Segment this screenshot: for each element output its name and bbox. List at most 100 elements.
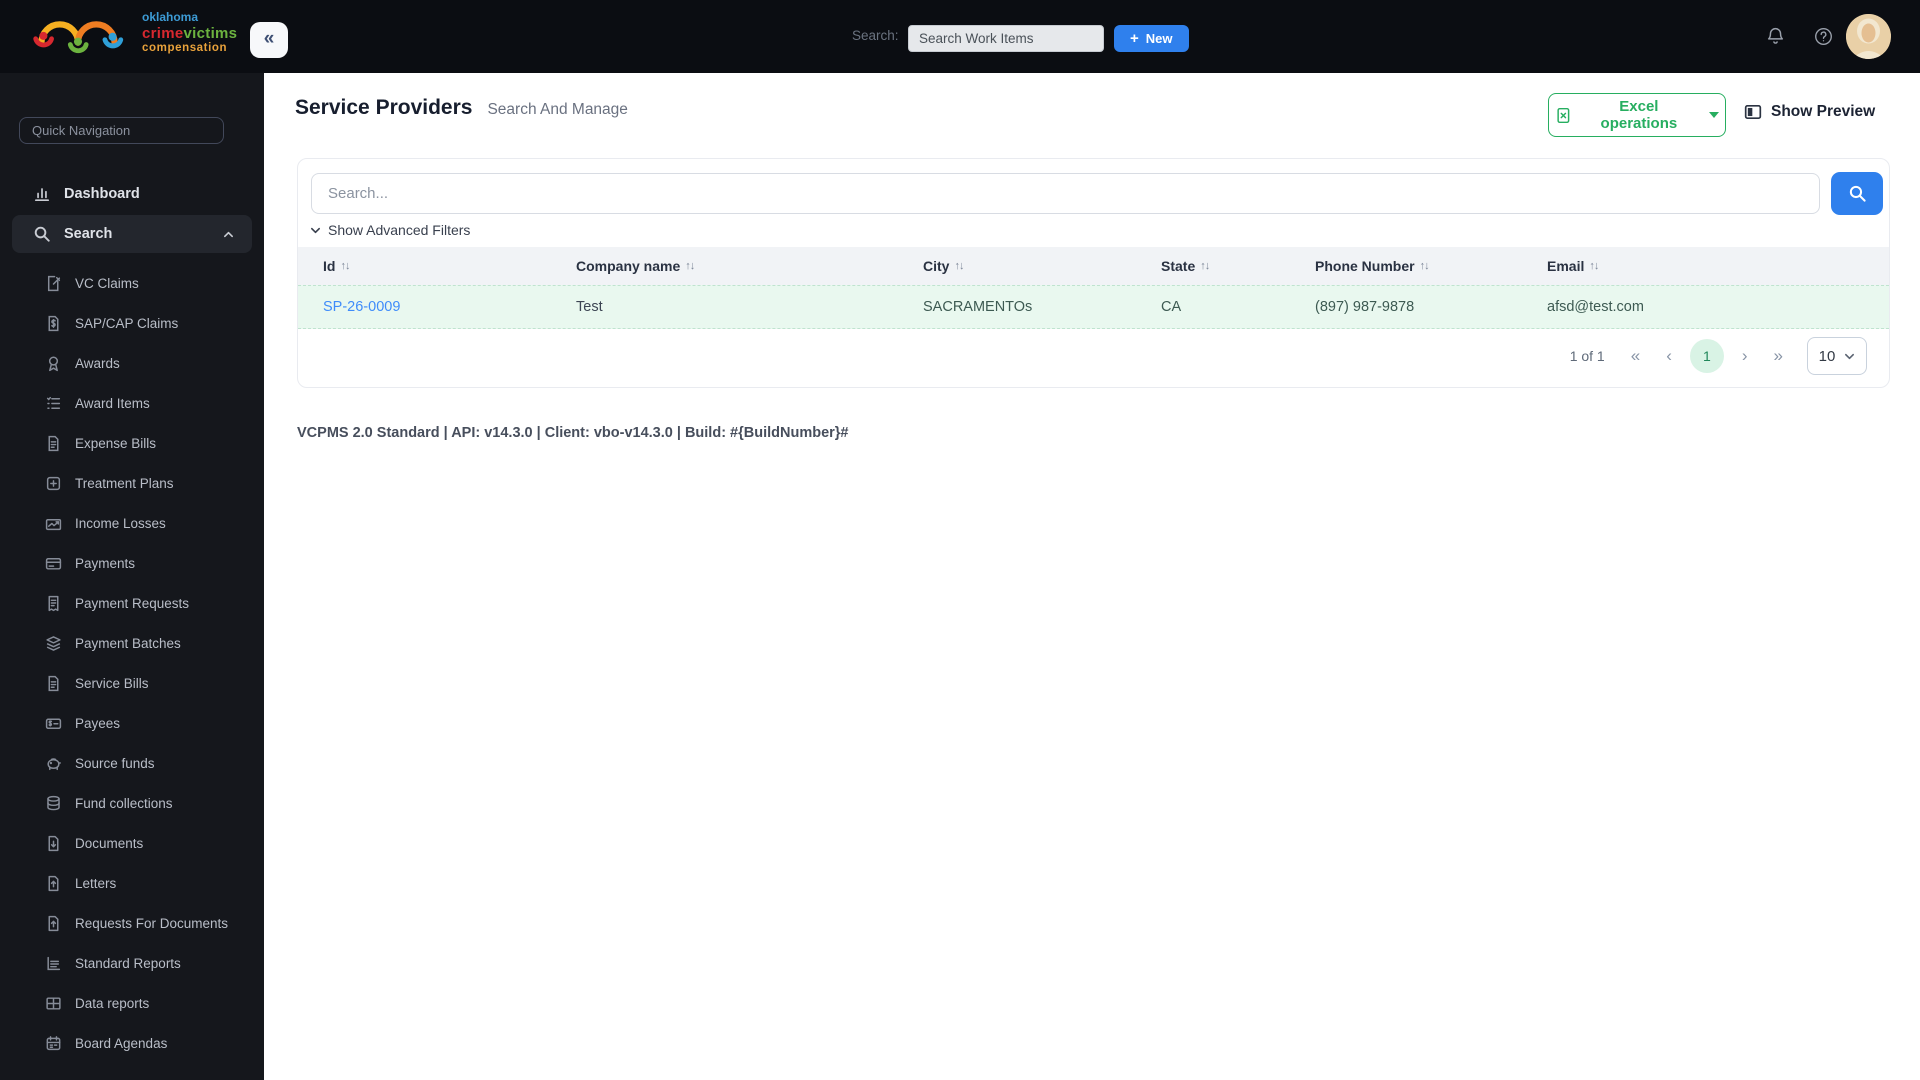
sidebar-item-expense-bills[interactable]: Expense Bills [12,423,252,463]
sidebar-item-data-reports[interactable]: Data reports [12,983,252,1023]
next-page-button[interactable]: › [1734,344,1756,368]
sidebar-item-letters[interactable]: Letters [12,863,252,903]
document-dollar-icon [45,315,62,332]
excel-operations-label: Excel operations [1600,98,1678,132]
previous-page-button[interactable]: ‹ [1658,344,1680,368]
sidebar-item-label: Expense Bills [75,435,157,451]
logo-word-victims: victims [183,24,238,42]
sidebar-item-payment-batches[interactable]: Payment Batches [12,623,252,663]
sidebar-item-label: Payees [75,715,121,731]
sort-icon: ↑↓ [954,260,964,272]
notifications-bell-icon[interactable] [1764,26,1786,48]
user-avatar[interactable] [1846,14,1891,59]
column-header-phone-number[interactable]: Phone Number ↑↓ [1315,258,1547,274]
chevron-left-icon: ‹ [1666,346,1672,365]
quick-navigation-input[interactable] [19,117,224,144]
sidebar-item-label: SAP/CAP Claims [75,315,179,331]
providers-search-input[interactable] [311,173,1820,214]
sidebar-item-source-funds[interactable]: Source funds [12,743,252,783]
column-label: City [923,258,950,274]
sidebar-item-award-items[interactable]: Award Items [12,383,252,423]
document-icon [45,675,62,692]
pagination: 1 of 1 « ‹ 1 › » 10 [1570,337,1867,375]
cell-id: SP-26-0009 [323,299,576,315]
layers-icon [45,635,62,652]
sidebar-item-board-agendas[interactable]: Board Agendas [12,1023,252,1063]
sidebar-item-label: Documents [75,835,144,851]
sidebar-item-label: Standard Reports [75,955,181,971]
sidebar-item-label: Search [64,226,113,242]
show-preview-button[interactable]: Show Preview [1738,102,1881,122]
sidebar-item-label: Treatment Plans [75,475,174,491]
table-grid-icon [45,995,62,1012]
sidebar-item-dashboard[interactable]: Dashboard [12,175,252,213]
sidebar-item-vc-claims[interactable]: VC Claims [12,263,252,303]
sidebar-item-fund-collections[interactable]: Fund collections [12,783,252,823]
cell-email: afsd@test.com [1547,299,1644,315]
medal-icon [45,355,62,372]
page-subtitle: Search And Manage [487,101,628,118]
column-header-company-name[interactable]: Company name ↑↓ [576,258,923,274]
collapse-icon: « [263,28,275,49]
first-page-button[interactable]: « [1623,344,1648,368]
sort-icon: ↑↓ [685,260,695,272]
piggy-bank-icon [45,755,62,772]
dashboard-chart-icon [33,185,51,203]
sidebar-item-payees[interactable]: Payees [12,703,252,743]
table-row: SP-26-0009 Test SACRAMENTOs CA (897) 987… [298,285,1889,329]
search-icon [33,225,51,243]
help-icon[interactable] [1812,26,1834,48]
last-page-button[interactable]: » [1766,344,1791,368]
sidebar-item-label: Source funds [75,755,155,771]
sidebar-item-sap-cap-claims[interactable]: SAP/CAP Claims [12,303,252,343]
cell-state: CA [1161,299,1182,315]
list-icon [45,395,62,412]
pagination-info: 1 of 1 [1569,348,1605,364]
sidebar-item-search[interactable]: Search [12,215,252,253]
logo-word-crime: crime [142,24,184,42]
column-header-id[interactable]: Id ↑↓ [323,258,576,274]
coins-icon [45,795,62,812]
sidebar-collapse-button[interactable]: « [250,22,288,58]
sidebar-item-awards[interactable]: Awards [12,343,252,383]
page-size-select[interactable]: 10 [1807,337,1867,375]
sidebar-item-label: Letters [75,875,117,891]
sort-icon: ↑↓ [1419,260,1430,272]
sidebar-item-label: Dashboard [64,186,140,202]
sidebar-item-requests-for-documents[interactable]: Requests For Documents [12,903,252,943]
sidebar-item-income-losses[interactable]: Income Losses [12,503,252,543]
square-plus-icon [45,475,62,492]
search-submit-button[interactable] [1831,172,1883,215]
sidebar-item-label: Board Agendas [75,1035,168,1051]
sidebar-item-payment-requests[interactable]: Payment Requests [12,583,252,623]
column-header-city[interactable]: City ↑↓ [923,258,1161,274]
sidebar-item-documents[interactable]: Documents [12,823,252,863]
column-label: Email [1547,258,1585,274]
sidebar-item-label: Payments [75,555,136,571]
sidebar-item-label: Payment Requests [75,595,190,611]
plus-icon: + [1130,30,1139,47]
current-page-button[interactable]: 1 [1689,339,1724,373]
calendar-icon [45,1035,62,1052]
sidebar: Dashboard Search VC Claims SAP/CAP Claim… [0,73,264,1080]
sidebar-item-service-bills[interactable]: Service Bills [12,663,252,703]
double-chevron-left-icon: « [1630,346,1641,365]
main-content: Service Providers Search And Manage Exce… [264,73,1920,1080]
sidebar-item-standard-reports[interactable]: Standard Reports [12,943,252,983]
new-button[interactable]: + New [1114,25,1189,52]
card-dollar-icon [45,715,62,732]
advanced-filters-toggle[interactable]: Show Advanced Filters [310,222,470,238]
avatar-placeholder-image [1846,14,1891,59]
search-results-card: Show Advanced Filters Id ↑↓ Company name ↑… [297,158,1890,388]
work-items-search-input[interactable] [908,25,1104,52]
sidebar-item-payments[interactable]: Payments [12,543,252,583]
sidebar-item-label: Requests For Documents [75,915,229,931]
column-header-email[interactable]: Email ↑↓ [1547,258,1889,274]
excel-operations-button[interactable]: Excel operations [1548,93,1726,137]
credit-card-icon [45,555,62,572]
column-label: Id [323,258,336,274]
column-header-state[interactable]: State ↑↓ [1161,258,1315,274]
sidebar-item-treatment-plans[interactable]: Treatment Plans [12,463,252,503]
document-up-icon [45,915,62,932]
provider-id-link[interactable]: SP-26-0009 [323,299,400,315]
